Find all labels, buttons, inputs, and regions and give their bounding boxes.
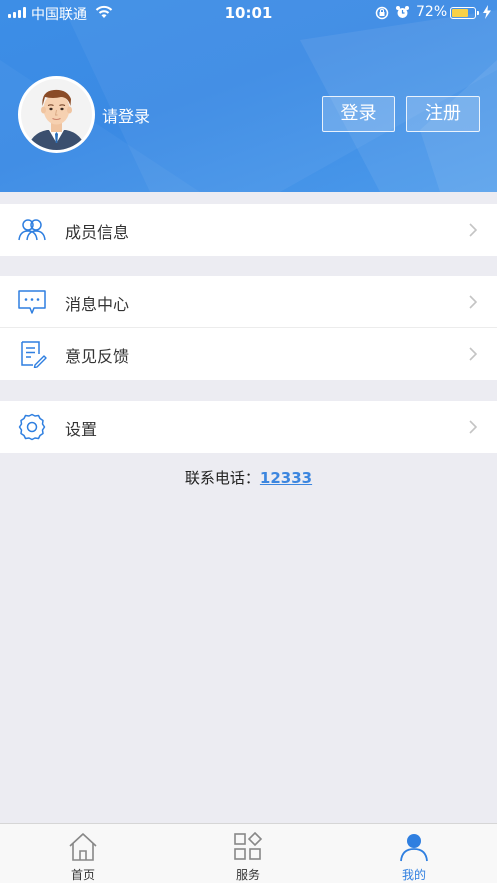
login-prompt-text[interactable]: 请登录	[102, 103, 150, 127]
rotation-lock-icon	[375, 6, 389, 20]
menu-label: 成员信息	[65, 223, 130, 242]
menu-item-message-center[interactable]: 消息中心	[0, 276, 497, 328]
profile-header: 中国联通 10:01 72% 请登录 登录 注册	[0, 0, 497, 192]
tab-services[interactable]: 服务	[198, 824, 298, 883]
gear-icon	[18, 413, 46, 441]
menu-label: 消息中心	[65, 295, 130, 314]
services-grid-icon	[234, 832, 263, 860]
login-button[interactable]: 登录	[322, 96, 395, 132]
menu-group-members: 成员信息	[0, 204, 497, 256]
user-icon	[400, 834, 428, 862]
menu-item-settings[interactable]: 设置	[0, 401, 497, 453]
charging-icon	[483, 5, 491, 19]
tab-label: 首页	[70, 868, 95, 882]
home-icon	[69, 833, 97, 861]
battery-icon	[450, 7, 479, 19]
members-icon	[18, 219, 46, 241]
battery-percent: 72%	[416, 4, 448, 20]
menu-item-feedback[interactable]: 意见反馈	[0, 328, 497, 380]
menu-label: 意见反馈	[65, 347, 130, 366]
tab-mine[interactable]: 我的	[364, 824, 464, 883]
feedback-icon	[21, 341, 47, 368]
user-avatar-icon	[21, 79, 92, 150]
phone-link[interactable]: 12333	[260, 469, 312, 487]
register-button[interactable]: 注册	[406, 96, 480, 132]
menu-item-member-info[interactable]: 成员信息	[0, 204, 497, 256]
tab-label: 服务	[235, 868, 260, 882]
menu-group-messages: 消息中心 意见反馈	[0, 276, 497, 380]
contact-phone: 联系电话：12333	[0, 467, 497, 488]
chevron-right-icon	[469, 223, 477, 237]
contact-label: 联系电话：	[184, 469, 260, 487]
status-bar: 中国联通 10:01 72%	[0, 0, 497, 26]
tab-bar: 首页 服务 我的	[0, 823, 497, 883]
chevron-right-icon	[469, 420, 477, 434]
alarm-icon	[396, 6, 409, 18]
tab-home[interactable]: 首页	[33, 824, 133, 883]
message-icon	[18, 290, 46, 314]
chevron-right-icon	[469, 347, 477, 361]
chevron-right-icon	[469, 295, 477, 309]
avatar[interactable]	[18, 76, 95, 153]
menu-group-settings: 设置	[0, 401, 497, 453]
tab-label: 我的	[401, 868, 426, 882]
menu-label: 设置	[65, 420, 98, 439]
